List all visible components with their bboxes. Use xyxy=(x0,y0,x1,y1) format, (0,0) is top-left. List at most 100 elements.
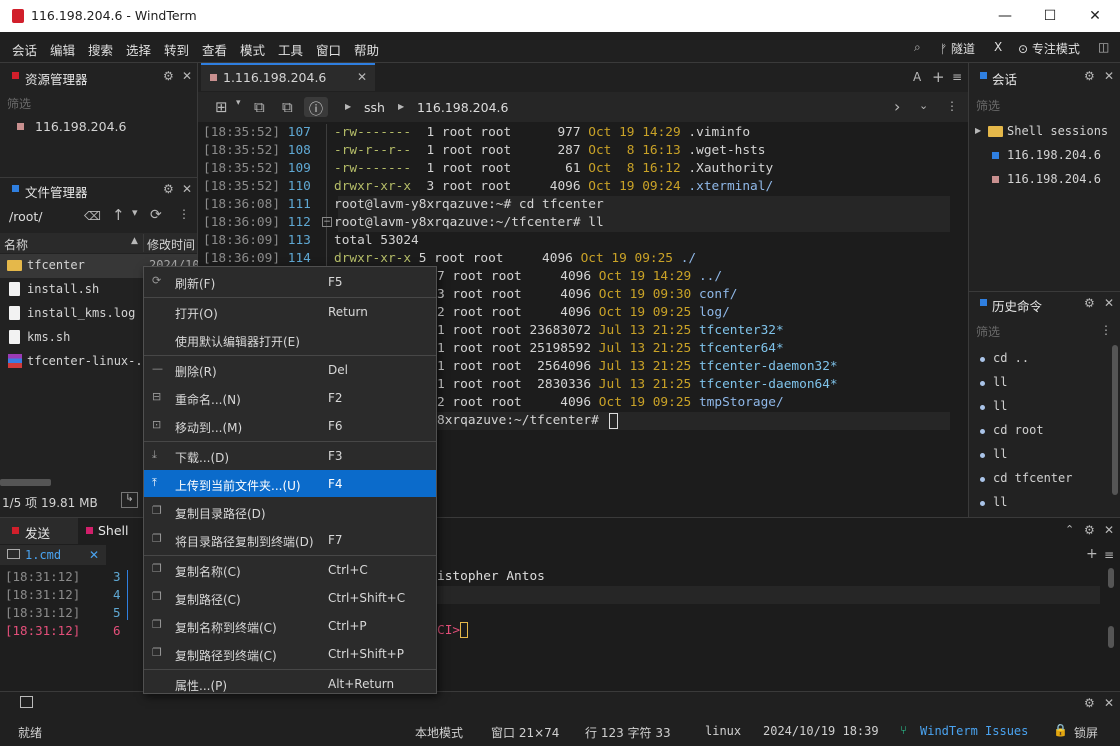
close-window-button[interactable]: ✕ xyxy=(1080,5,1110,27)
resource-filter-input[interactable]: 筛选 xyxy=(7,95,31,112)
search-icon[interactable]: ⌕ xyxy=(914,40,921,55)
context-menu-item[interactable]: 使用默认编辑器打开(E) xyxy=(144,326,436,353)
tab-close-icon[interactable]: ✕ xyxy=(357,70,367,84)
more-icon[interactable]: ⋮ xyxy=(1100,323,1112,337)
up-dir-icon[interactable]: ↑ xyxy=(112,206,125,224)
context-menu-item[interactable]: ⟳ 刷新(F) F5 xyxy=(144,268,436,295)
chevron-down-icon[interactable]: ▾ xyxy=(236,98,241,108)
tab-menu-icon[interactable]: ≡ xyxy=(952,70,962,84)
expand-arrow-icon[interactable]: ▶ xyxy=(975,126,981,135)
gear-icon[interactable]: ⚙ xyxy=(1084,296,1095,310)
clear-path-icon[interactable]: ⌫ xyxy=(84,209,101,223)
x-icon[interactable]: X xyxy=(994,40,1002,54)
context-menu-item[interactable]: ⊟ 重命名...(N) F2 xyxy=(144,384,436,411)
gear-icon[interactable]: ⚙ xyxy=(163,182,174,196)
menu-item[interactable]: 编辑 xyxy=(50,40,75,59)
status-os[interactable]: linux xyxy=(705,724,741,738)
path-input[interactable]: /root/ xyxy=(9,209,42,224)
menu-item[interactable]: 会话 xyxy=(12,40,37,59)
menu-item[interactable]: 选择 xyxy=(126,40,151,59)
lock-screen-button[interactable]: 锁屏 xyxy=(1074,724,1098,741)
dock-icon[interactable] xyxy=(20,696,33,708)
history-item[interactable]: cd root xyxy=(993,423,1044,437)
horizontal-scrollbar[interactable] xyxy=(0,479,51,486)
history-item[interactable]: cd .. xyxy=(993,351,1029,365)
maximize-button[interactable]: ☐ xyxy=(1035,5,1065,27)
resource-host-item[interactable]: 116.198.204.6 xyxy=(35,119,126,134)
status-mode[interactable]: 本地模式 xyxy=(415,724,463,741)
restore-panel-icon[interactable]: ◫ xyxy=(1098,40,1109,54)
history-item[interactable]: ll xyxy=(993,495,1007,509)
history-item[interactable]: ll xyxy=(993,375,1007,389)
context-menu-item[interactable]: ❐ 复制名称(C) Ctrl+C xyxy=(144,556,436,583)
history-filter-input[interactable]: 筛选 xyxy=(976,323,1000,340)
menu-item[interactable]: 模式 xyxy=(240,40,265,59)
new-session-icon[interactable]: ⊞ xyxy=(215,98,228,116)
shell-scrollbar[interactable] xyxy=(1108,568,1114,588)
add-icon[interactable]: + xyxy=(1086,546,1098,562)
chevron-down-icon[interactable]: ▾ xyxy=(132,206,138,219)
duplicate-icon[interactable]: ⧉ xyxy=(254,98,265,116)
context-menu-item[interactable]: ❐ 复制路径(C) Ctrl+Shift+C xyxy=(144,584,436,611)
history-item[interactable]: cd tfcenter xyxy=(993,471,1072,485)
menu-item[interactable]: 工具 xyxy=(278,40,303,59)
close-icon[interactable]: ✕ xyxy=(1104,69,1114,83)
context-menu-item[interactable]: ❐ 复制名称到终端(C) Ctrl+P xyxy=(144,612,436,639)
sessions-filter-input[interactable]: 筛选 xyxy=(976,97,1000,114)
gear-icon[interactable]: ⚙ xyxy=(1084,523,1095,537)
refresh-icon[interactable]: ⟳ xyxy=(150,207,162,223)
context-menu-item[interactable]: 属性...(P) Alt+Return xyxy=(144,670,436,697)
tab-send[interactable]: 发送 xyxy=(25,523,50,542)
context-menu-item[interactable]: ❐ 复制路径到终端(C) Ctrl+Shift+P xyxy=(144,640,436,667)
menu-item[interactable]: 帮助 xyxy=(354,40,379,59)
column-mtime[interactable]: 修改时间 xyxy=(147,236,195,253)
context-menu-item[interactable]: ❐ 将目录路径复制到终端(D) F7 xyxy=(144,526,436,553)
context-menu-item[interactable]: — 删除(R) Del xyxy=(144,356,436,383)
status-window-size[interactable]: 窗口 21×74 xyxy=(491,724,559,741)
session-item[interactable]: 116.198.204.6 xyxy=(1007,148,1101,162)
session-group[interactable]: Shell sessions xyxy=(1007,124,1108,138)
focus-mode-button[interactable]: ⊙ 专注模式 xyxy=(1018,40,1080,57)
gear-icon[interactable]: ⚙ xyxy=(163,69,174,83)
history-scrollbar[interactable] xyxy=(1112,345,1118,495)
chevron-up-icon[interactable]: ⌃ xyxy=(1065,523,1074,536)
shell-scrollbar[interactable] xyxy=(1108,626,1114,648)
history-item[interactable]: ll xyxy=(993,447,1007,461)
new-tab-icon[interactable]: + xyxy=(932,68,945,86)
close-icon[interactable]: ✕ xyxy=(1104,296,1114,310)
gear-icon[interactable]: ⚙ xyxy=(1084,69,1095,83)
gear-icon[interactable]: ⚙ xyxy=(1084,696,1095,710)
chevron-right-icon[interactable]: › xyxy=(894,97,900,116)
close-icon[interactable]: ✕ xyxy=(182,69,192,83)
more-icon[interactable]: ⋮ xyxy=(178,207,190,221)
font-size-icon[interactable]: A xyxy=(913,70,921,84)
menu-item[interactable]: 查看 xyxy=(202,40,227,59)
context-menu-item[interactable]: ❐ 复制目录路径(D) xyxy=(144,498,436,525)
tab-shell[interactable]: Shell xyxy=(98,523,129,538)
context-menu-item[interactable]: 打开(O) Return xyxy=(144,298,436,325)
chevron-down-icon[interactable]: ⌄ xyxy=(919,99,928,112)
sync-terminal-icon[interactable]: ↳ xyxy=(121,492,138,508)
minimize-button[interactable]: — xyxy=(990,5,1020,27)
menu-icon[interactable]: ≡ xyxy=(1104,548,1114,562)
menu-item[interactable]: 转到 xyxy=(164,40,189,59)
close-icon[interactable]: ✕ xyxy=(1104,696,1114,710)
breadcrumb-host[interactable]: 116.198.204.6 xyxy=(417,100,508,115)
context-menu-item[interactable]: ⊡ 移动到...(M) F6 xyxy=(144,412,436,439)
cmd-tab-close-icon[interactable]: ✕ xyxy=(89,548,99,562)
fold-icon[interactable]: − xyxy=(322,217,332,227)
menu-item[interactable]: 搜索 xyxy=(88,40,113,59)
tunnel-button[interactable]: ᚠ 隧道 xyxy=(940,40,975,57)
session-item[interactable]: 116.198.204.6 xyxy=(1007,172,1101,186)
windterm-issues-link[interactable]: WindTerm Issues xyxy=(920,724,1028,738)
breadcrumb-ssh[interactable]: ssh xyxy=(364,100,385,115)
context-menu-item[interactable]: ⤒ 上传到当前文件夹...(U) F4 xyxy=(144,470,436,497)
column-name[interactable]: 名称 xyxy=(4,236,28,253)
history-item[interactable]: ll xyxy=(993,399,1007,413)
menu-item[interactable]: 窗口 xyxy=(316,40,341,59)
context-menu-item[interactable]: ⤓ 下载...(D) F3 xyxy=(144,442,436,469)
close-icon[interactable]: ✕ xyxy=(182,182,192,196)
more-icon[interactable]: ⋮ xyxy=(946,99,958,113)
close-icon[interactable]: ✕ xyxy=(1104,523,1114,537)
status-position[interactable]: 行 123 字符 33 xyxy=(585,724,671,741)
